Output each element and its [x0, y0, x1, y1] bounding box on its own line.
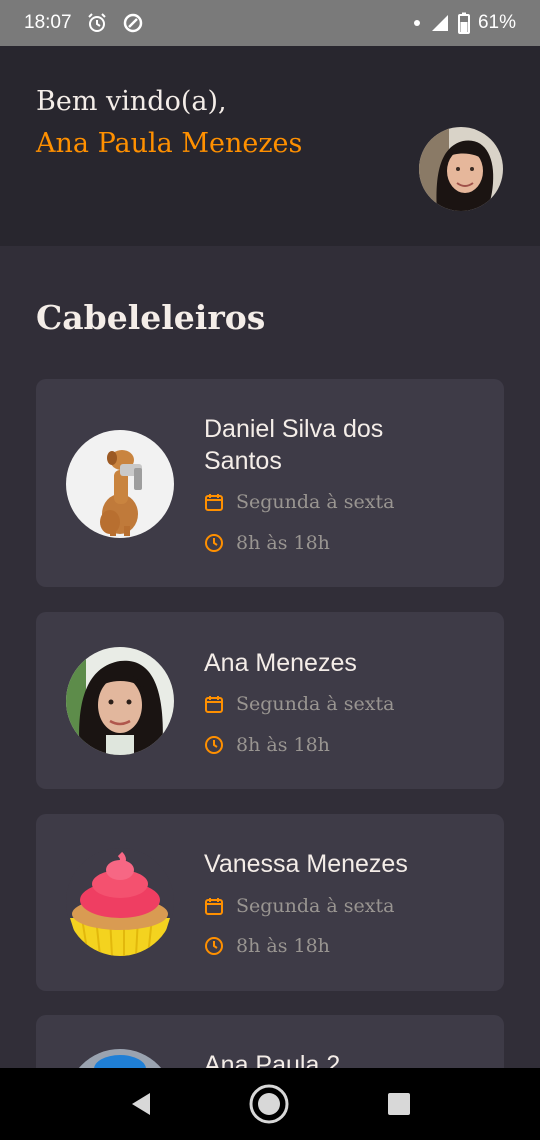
provider-name: Vanessa Menezes [204, 850, 408, 878]
provider-name: Ana Paula 2 [204, 1051, 341, 1068]
provider-name: Ana Menezes [204, 649, 357, 677]
calendar-icon [205, 494, 223, 511]
provider-card[interactable]: Ana Menezes Segunda à sexta 8h às 18h [36, 612, 504, 789]
provider-avatar [66, 848, 174, 956]
provider-card[interactable]: Vanessa Menezes Segunda à sexta 8h às 18… [36, 814, 504, 991]
provider-card[interactable]: Ana Paula 2 [36, 1015, 504, 1068]
recents-icon[interactable] [379, 1084, 419, 1124]
provider-hours-label: 8h às 18h [236, 935, 330, 957]
provider-hours-label: 8h às 18h [236, 734, 330, 756]
calendar-icon [205, 696, 223, 713]
provider-days-label: Segunda à sexta [236, 693, 395, 715]
status-time: 18:07 [24, 12, 72, 33]
provider-days: Segunda à sexta [204, 895, 394, 917]
provider-days: Segunda à sexta [204, 693, 394, 715]
signal-icon [430, 13, 450, 33]
profile-avatar[interactable] [419, 127, 503, 211]
back-icon[interactable] [120, 1084, 160, 1124]
greeting: Bem vindo(a), [36, 86, 227, 117]
clock-icon [205, 937, 223, 955]
alarm-icon [86, 12, 108, 34]
provider-hours-label: 8h às 18h [236, 532, 330, 554]
home-icon[interactable] [248, 1083, 290, 1125]
data-saver-icon [122, 12, 144, 34]
provider-name: Daniel Silva dos Santos [204, 415, 384, 475]
battery-percent: 61% [477, 12, 516, 33]
clock-icon [205, 736, 223, 754]
provider-hours: 8h às 18h [204, 532, 330, 554]
notification-dot-icon [412, 18, 422, 28]
provider-days: Segunda à sexta [204, 491, 394, 513]
provider-hours: 8h às 18h [204, 935, 330, 957]
provider-days-label: Segunda à sexta [236, 895, 395, 917]
status-bar: 18:07 61% [0, 0, 540, 46]
provider-avatar [66, 647, 174, 755]
navigation-bar [0, 1068, 540, 1140]
provider-hours: 8h às 18h [204, 734, 330, 756]
battery-icon [457, 12, 470, 34]
user-name[interactable]: Ana Paula Menezes [36, 128, 302, 159]
provider-card[interactable]: Daniel Silva dos Santos Segunda à sexta … [36, 379, 504, 587]
calendar-icon [205, 898, 223, 915]
provider-avatar [66, 430, 174, 538]
clock-icon [205, 534, 223, 552]
provider-avatar [66, 1049, 174, 1068]
provider-days-label: Segunda à sexta [236, 491, 395, 513]
section-title: Cabeleleiros [36, 298, 266, 337]
